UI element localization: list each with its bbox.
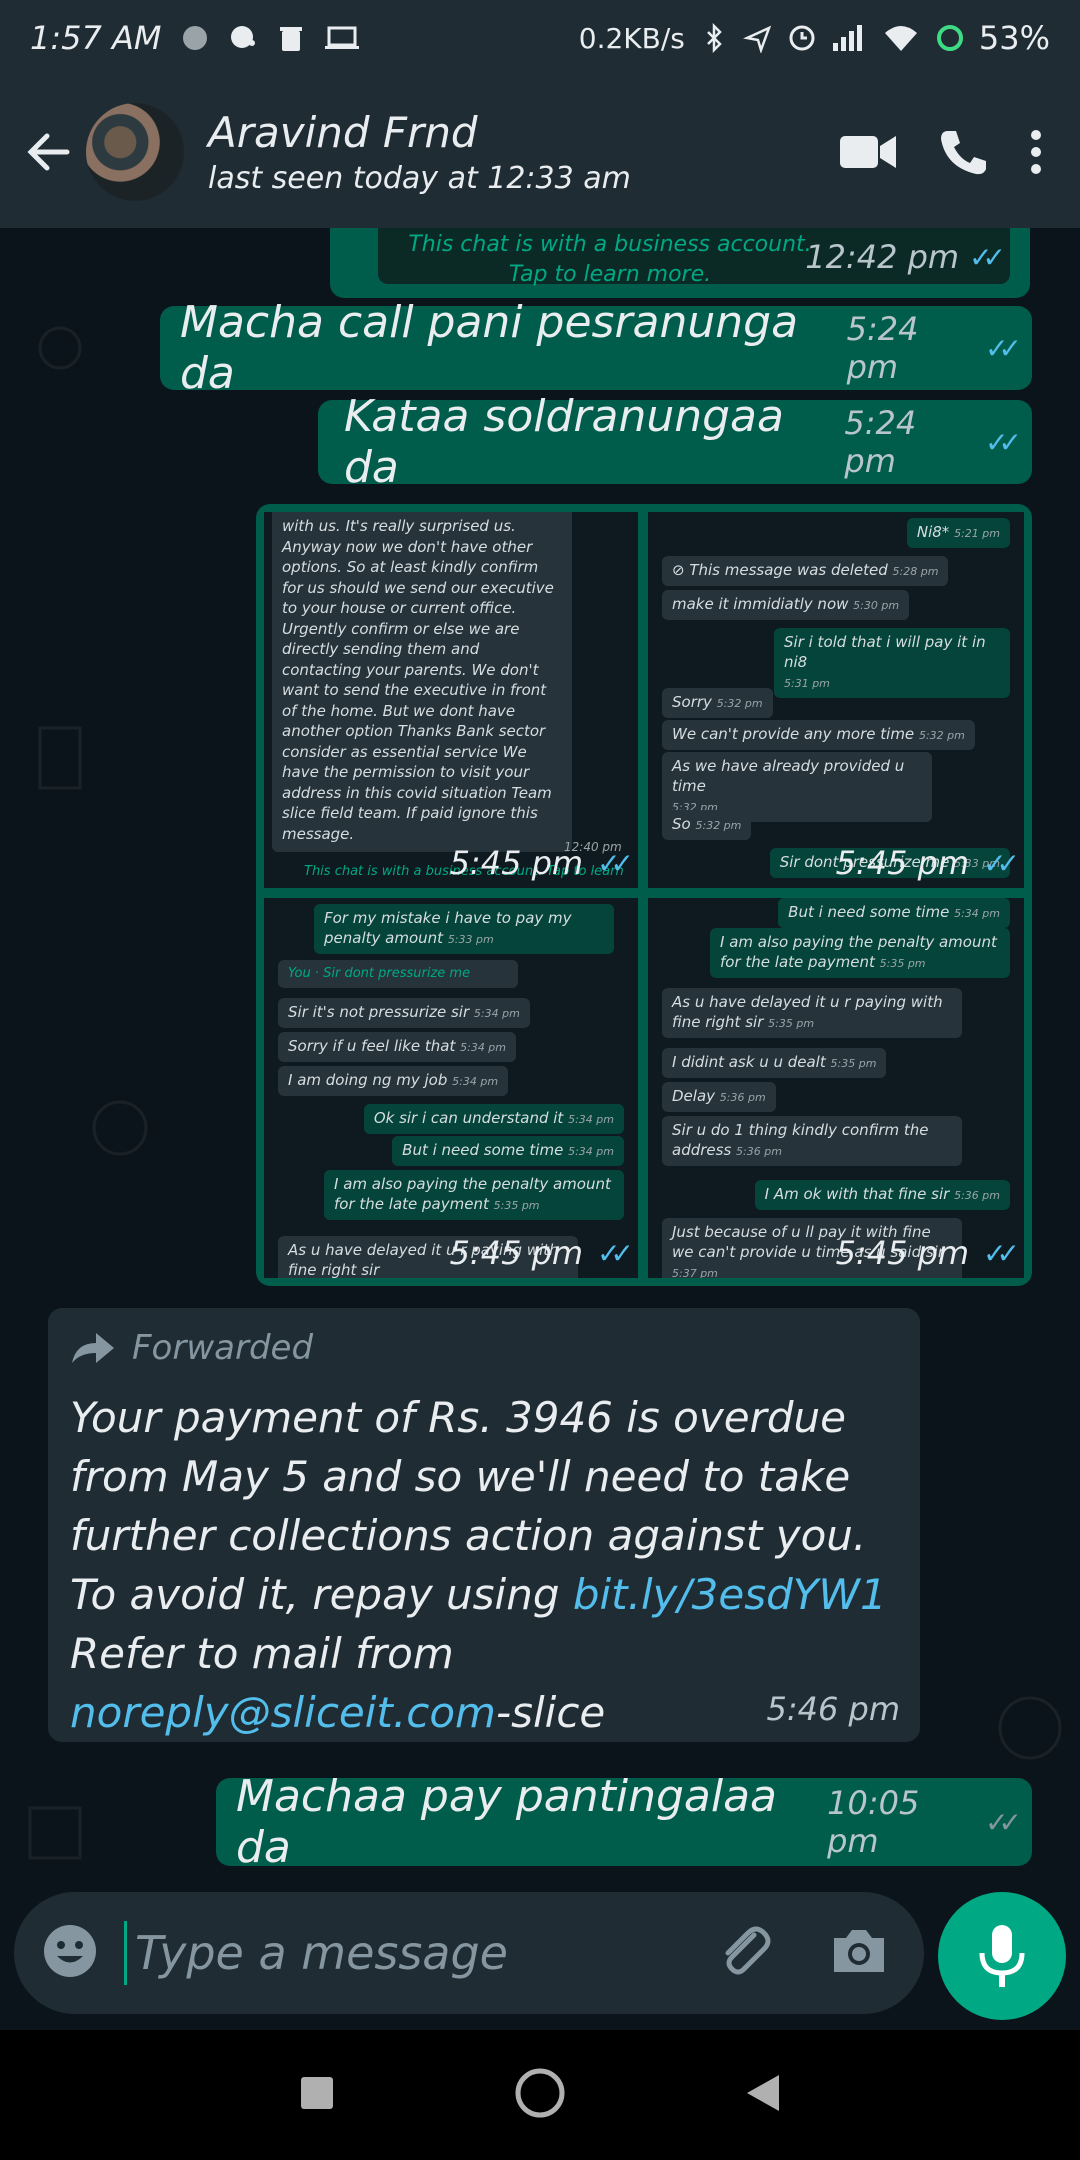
read-ticks-icon: ✓✓ (985, 425, 1022, 459)
signal-icon (832, 25, 862, 51)
chat-notification-icon (230, 26, 255, 48)
contact-name: Aravind Frnd (208, 108, 478, 157)
screenshot-message: Ni8* 5:21 pm (906, 518, 1010, 548)
message-text: Machaa pay pantingalaa da (236, 1771, 778, 1873)
spinner-icon (182, 26, 207, 50)
image-time: 5:45 pm ✓✓ (449, 844, 634, 882)
message-text: Macha call pani pesranunga da (180, 297, 799, 399)
screenshot-message: make it immidiatly now 5:30 pm (662, 590, 910, 620)
location-icon (742, 25, 772, 53)
forwarded-label: Forwarded (70, 1328, 898, 1368)
read-ticks-icon: ✓✓ (969, 240, 1006, 274)
system-nav-bar (0, 2030, 1080, 2160)
read-ticks-icon: ✓✓ (597, 846, 634, 880)
image-time: 5:45 pm ✓✓ (449, 1234, 634, 1272)
email-link[interactable]: noreply@sliceit.com (70, 1688, 496, 1737)
screenshot-message: I am also paying the penalty amount for … (710, 928, 1010, 978)
laptop-icon (324, 26, 359, 49)
message-time: 10:05 pm ✓✓ (827, 1784, 1022, 1860)
contact-info[interactable]: Aravind Frnd last seen today at 12:33 am (208, 108, 631, 196)
image-time: 5:45 pm ✓✓ (835, 1234, 1020, 1272)
bluetooth-icon (706, 23, 722, 53)
screenshot-message: I am also paying the penalty amount for … (324, 1170, 624, 1220)
screenshot-message: Delay 5:36 pm (662, 1082, 776, 1112)
image-album[interactable]: with us. It's really surprised us. Anywa… (256, 504, 1032, 1286)
avatar[interactable] (86, 103, 184, 201)
back-arrow-icon[interactable] (14, 117, 84, 187)
screenshot-message: As u have delayed it u r paying with fin… (662, 988, 962, 1038)
status-time: 1:57 AM (30, 19, 162, 57)
image-thumbnail[interactable]: For my mistake i have to pay my penalty … (264, 898, 638, 1278)
message-time: 12:42 pm ✓✓ (805, 238, 1006, 276)
emoji-icon[interactable] (40, 1921, 100, 1985)
network-speed: 0.2KB/s (578, 21, 685, 55)
camera-icon[interactable] (830, 1926, 888, 1980)
business-notice-text: This chat is with a business account. Ta… (408, 232, 812, 287)
message-text: Kataa soldranungaa da (344, 391, 784, 493)
read-ticks-icon: ✓✓ (983, 846, 1020, 880)
screenshot-message: Sorry 5:32 pm (662, 688, 773, 718)
screenshot-message: Sir i told that i will pay it in ni8 5:31… (774, 628, 1010, 698)
image-time: 5:45 pm ✓✓ (835, 844, 1020, 882)
screenshot-message: I Am ok with that fine sir 5:36 pm (754, 1180, 1010, 1210)
outgoing-message[interactable]: Kataa soldranungaa da 5:24 pm ✓✓ (318, 391, 1032, 493)
screenshot-message: with us. It's really surprised us. Anywa… (272, 512, 572, 852)
message-time: 5:24 pm ✓✓ (846, 310, 1022, 386)
recents-button[interactable] (299, 2075, 335, 2115)
alarm-icon (789, 25, 815, 51)
read-ticks-icon: ✓✓ (985, 331, 1022, 365)
status-bar: 1:57 AM 0.2KB/s 53% (0, 0, 1080, 76)
screenshot-message: So 5:32 pm (662, 810, 752, 840)
screenshot-message: I am doing ng my job 5:34 pm (278, 1066, 509, 1096)
message-input[interactable]: Type a message (14, 1892, 924, 2014)
read-ticks-icon: ✓✓ (983, 1236, 1020, 1270)
trash-icon (279, 27, 302, 51)
screenshot-message: I didint ask u u dealt 5:35 pm (662, 1048, 887, 1078)
screenshot-message: We can't provide any more time 5:32 pm (662, 720, 975, 750)
message-input-placeholder: Type a message (124, 1921, 508, 1985)
screenshot-message: Ok sir i can understand it 5:34 pm (363, 1104, 624, 1134)
back-button[interactable] (745, 2073, 781, 2117)
screenshot-message: Sir u do 1 thing kindly confirm the addr… (662, 1116, 962, 1166)
last-seen: last seen today at 12:33 am (208, 161, 631, 196)
image-thumbnail[interactable]: Ni8* 5:21 pm ⊘ This message was deleted … (648, 512, 1024, 888)
more-vert-icon[interactable] (1028, 127, 1044, 177)
mic-icon (979, 1925, 1025, 1987)
attach-icon[interactable] (714, 1921, 774, 1985)
business-account-notice[interactable]: This chat is with a business account. Ta… (330, 228, 1030, 298)
chat-area[interactable]: This chat is with a business account. Ta… (0, 228, 1080, 1888)
outgoing-message[interactable]: Macha call pani pesranunga da 5:24 pm ✓✓ (160, 297, 1032, 399)
payment-link[interactable]: bit.ly/3esdYW1 (573, 1570, 887, 1619)
screenshot-message: For my mistake i have to pay my penalty … (314, 904, 614, 954)
delivered-ticks-icon: ✓✓ (985, 1805, 1022, 1839)
message-text: Your payment of Rs. 3946 is overdue from… (70, 1393, 887, 1737)
voice-call-icon[interactable] (938, 127, 988, 177)
message-time: 5:46 pm (766, 1690, 900, 1728)
screenshot-message: Sir it's not pressurize sir 5:34 pm (278, 998, 530, 1028)
screenshot-message: But i need some time 5:34 pm (778, 898, 1010, 928)
mic-button[interactable] (938, 1892, 1066, 2020)
screenshot-message: But i need some time 5:34 pm (392, 1136, 624, 1166)
image-thumbnail[interactable]: But i need some time 5:34 pm I am also p… (648, 898, 1024, 1278)
battery-icon (936, 25, 963, 51)
forward-icon (72, 1333, 114, 1363)
screenshot-message: ⊘ This message was deleted 5:28 pm (662, 556, 949, 586)
outgoing-message[interactable]: Machaa pay pantingalaa da 10:05 pm ✓✓ (216, 1771, 1032, 1873)
chat-header: Aravind Frnd last seen today at 12:33 am (0, 76, 1080, 228)
battery-level: 53% (978, 19, 1050, 57)
home-button[interactable] (514, 2067, 566, 2123)
video-call-icon[interactable] (838, 132, 898, 172)
image-thumbnail[interactable]: with us. It's really surprised us. Anywa… (264, 512, 638, 888)
screenshot-message: You · Sir dont pressurize me (278, 960, 518, 988)
wifi-icon (884, 26, 917, 51)
screenshot-message: Sorry if u feel like that 5:34 pm (278, 1032, 517, 1062)
read-ticks-icon: ✓✓ (597, 1236, 634, 1270)
message-time: 5:24 pm ✓✓ (844, 404, 1022, 480)
composer: Type a message (0, 1888, 1080, 2030)
forwarded-message[interactable]: Forwarded Your payment of Rs. 3946 is ov… (48, 1308, 920, 1742)
